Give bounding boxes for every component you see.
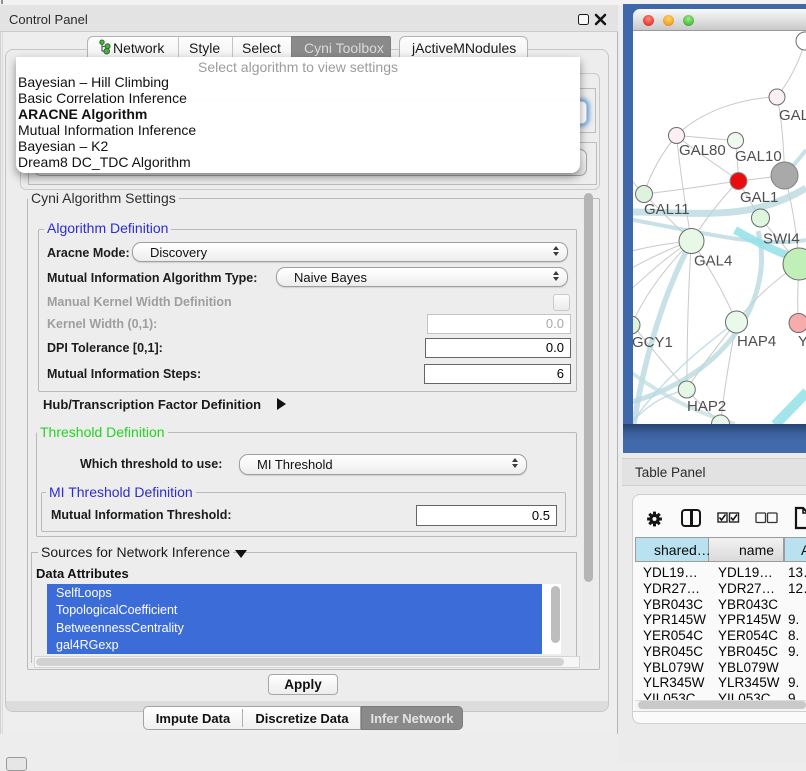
svg-text:GAL10: GAL10 <box>735 148 782 165</box>
svg-text:GAL11: GAL11 <box>644 201 690 218</box>
svg-text:GAL80: GAL80 <box>679 142 726 159</box>
svg-text:HAP4: HAP4 <box>737 333 776 350</box>
svg-text:GAL7: GAL7 <box>779 107 806 124</box>
svg-text:GCY1: GCY1 <box>633 334 673 351</box>
svg-text:SWI4: SWI4 <box>763 231 800 248</box>
svg-text:GAL1: GAL1 <box>740 189 778 206</box>
svg-text:HAP2: HAP2 <box>687 398 726 415</box>
svg-text:YD: YD <box>798 333 806 350</box>
svg-text:GAL4: GAL4 <box>694 253 732 270</box>
